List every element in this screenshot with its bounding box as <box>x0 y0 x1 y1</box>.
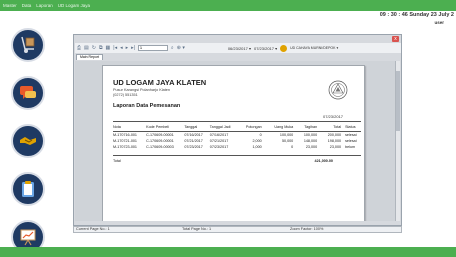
report-date: 07/23/2017 <box>323 114 344 119</box>
export-icon[interactable]: ⎙ <box>77 44 81 52</box>
clipboard-button[interactable] <box>11 172 45 206</box>
header-divider <box>113 121 361 122</box>
menu-laporan[interactable]: Laporan <box>36 3 53 8</box>
page-number-input[interactable]: 1 <box>137 45 168 51</box>
company-name: UD LOGAM JAYA KLATEN <box>113 78 207 87</box>
search-icon[interactable]: ⌕ <box>171 44 174 52</box>
report-viewer: x ⎙ ▤ ↻ ⧉ ▦ |◂ ◂ ▸ ▸| 1 ⌕ ⊕ ▾ 06/23/2017… <box>73 34 402 226</box>
cell-total: 23,000 <box>329 145 342 149</box>
col-kode-pembeli: Kode Pembeli <box>146 124 185 132</box>
cell-nota: M-170723-001 <box>113 145 137 149</box>
cell-tanggal-jadi: 07/23/2017 <box>209 145 229 149</box>
cell-potongan: 1,000 <box>252 145 262 149</box>
print-icon[interactable]: ▤ <box>84 44 89 52</box>
cell-tagihan: 23,000 <box>305 145 318 149</box>
next-page-icon[interactable]: ▸ <box>126 44 129 52</box>
close-button[interactable]: x <box>392 36 399 42</box>
col-potongan: Potongan <box>238 124 266 132</box>
viewer-status-bar: Current Page No.: 1 Total Page No.: 1 Zo… <box>73 226 402 233</box>
zoom-status: Zoom Factor: 100% <box>290 227 324 231</box>
report-title: Laporan Data Pemesanan <box>113 103 181 109</box>
clock-display: 09 : 30 : 46 Sunday 23 July 2 <box>379 12 454 18</box>
vertical-scrollbar[interactable] <box>395 61 400 221</box>
total-row: Total 421,000.00 <box>113 155 361 163</box>
top-menu-bar: Master Data Laporan UD Logam Jaya <box>0 0 456 11</box>
table-row: M-170723-001 C-170609-00003 07/23/2017 0… <box>113 144 361 150</box>
dolly-button[interactable] <box>11 28 45 62</box>
col-uang-muka: Uang Muka <box>265 124 298 132</box>
report-page: UD LOGAM JAYA KLATEN Pusur Karangsi Pola… <box>102 65 365 221</box>
cell-kode-pembeli: C-170609-00003 <box>146 145 174 149</box>
dolly-icon <box>21 36 35 53</box>
order-table: Nota Kode Pembeli Tanggal Tanggal Jadi P… <box>113 124 361 150</box>
menu-data[interactable]: Data <box>22 3 32 8</box>
col-tanggal: Tanggal <box>184 124 210 132</box>
cell-uang-muka: 0 <box>291 145 294 149</box>
col-tanggal-jadi: Tanggal Jadi <box>209 124 239 132</box>
bottom-bar <box>0 247 456 257</box>
tab-main-report[interactable]: Main Report <box>76 54 104 60</box>
scrollbar-thumb[interactable] <box>396 71 400 131</box>
chat-icon <box>20 86 36 99</box>
cell-status: belum <box>345 145 356 149</box>
address-line-2: (0272) 551351 <box>113 92 138 97</box>
handshake-button[interactable] <box>11 124 45 158</box>
viewer-toolbar: ⎙ ▤ ↻ ⧉ ▦ |◂ ◂ ▸ ▸| 1 ⌕ ⊕ ▾ 06/23/2017 ▾… <box>75 43 401 53</box>
col-total: Total <box>321 124 346 132</box>
copy-icon[interactable]: ⧉ <box>99 44 103 52</box>
total-label: Total <box>113 159 121 163</box>
total-page-status: Total Page No.: 1 <box>182 227 212 231</box>
cell-tanggal: 07/23/2017 <box>184 145 203 149</box>
clipboard-icon <box>22 181 34 197</box>
handshake-icon <box>20 137 36 145</box>
current-page-status: Current Page No.: 1 <box>76 227 110 231</box>
group-tree-icon[interactable]: ▦ <box>106 44 111 52</box>
total-value: 421,000.00 <box>314 159 333 163</box>
app-window: Master Data Laporan UD Logam Jaya 09 : 3… <box>0 0 456 257</box>
user-label: user <box>434 20 444 25</box>
table-header-row: Nota Kode Pembeli Tanggal Tanggal Jadi P… <box>113 124 361 132</box>
date-from-picker[interactable]: 06/23/2017 ▾ <box>228 46 251 51</box>
chat-button[interactable] <box>11 76 45 110</box>
menu-master[interactable]: Master <box>3 3 17 8</box>
menu-company[interactable]: UD Logam Jaya <box>58 3 90 8</box>
company-address: Pusur Karangsi Polanharjo Klaten (0272) … <box>113 88 170 98</box>
load-report-button[interactable] <box>280 44 288 52</box>
col-status: Status <box>345 124 361 132</box>
chart-presentation-icon <box>20 229 36 246</box>
refresh-icon[interactable]: ↻ <box>92 44 96 52</box>
col-tagihan: Tagihan <box>297 124 322 132</box>
date-to-picker[interactable]: 07/23/2017 ▾ <box>254 46 277 51</box>
last-page-icon[interactable]: ▸| <box>131 44 135 52</box>
customer-filter-select[interactable]: UD CAHAYA MURNI/DEPOK ▾ <box>290 46 338 50</box>
prev-page-icon[interactable]: ◂ <box>120 44 123 52</box>
zoom-select[interactable]: ⊕ ▾ <box>177 44 185 52</box>
company-logo <box>328 80 348 100</box>
first-page-icon[interactable]: |◂ <box>113 44 117 52</box>
sidebar <box>0 11 68 254</box>
report-tabs: Main Report <box>76 54 104 60</box>
report-canvas: UD LOGAM JAYA KLATEN Pusur Karangsi Pola… <box>75 61 395 221</box>
col-nota: Nota <box>113 124 147 132</box>
